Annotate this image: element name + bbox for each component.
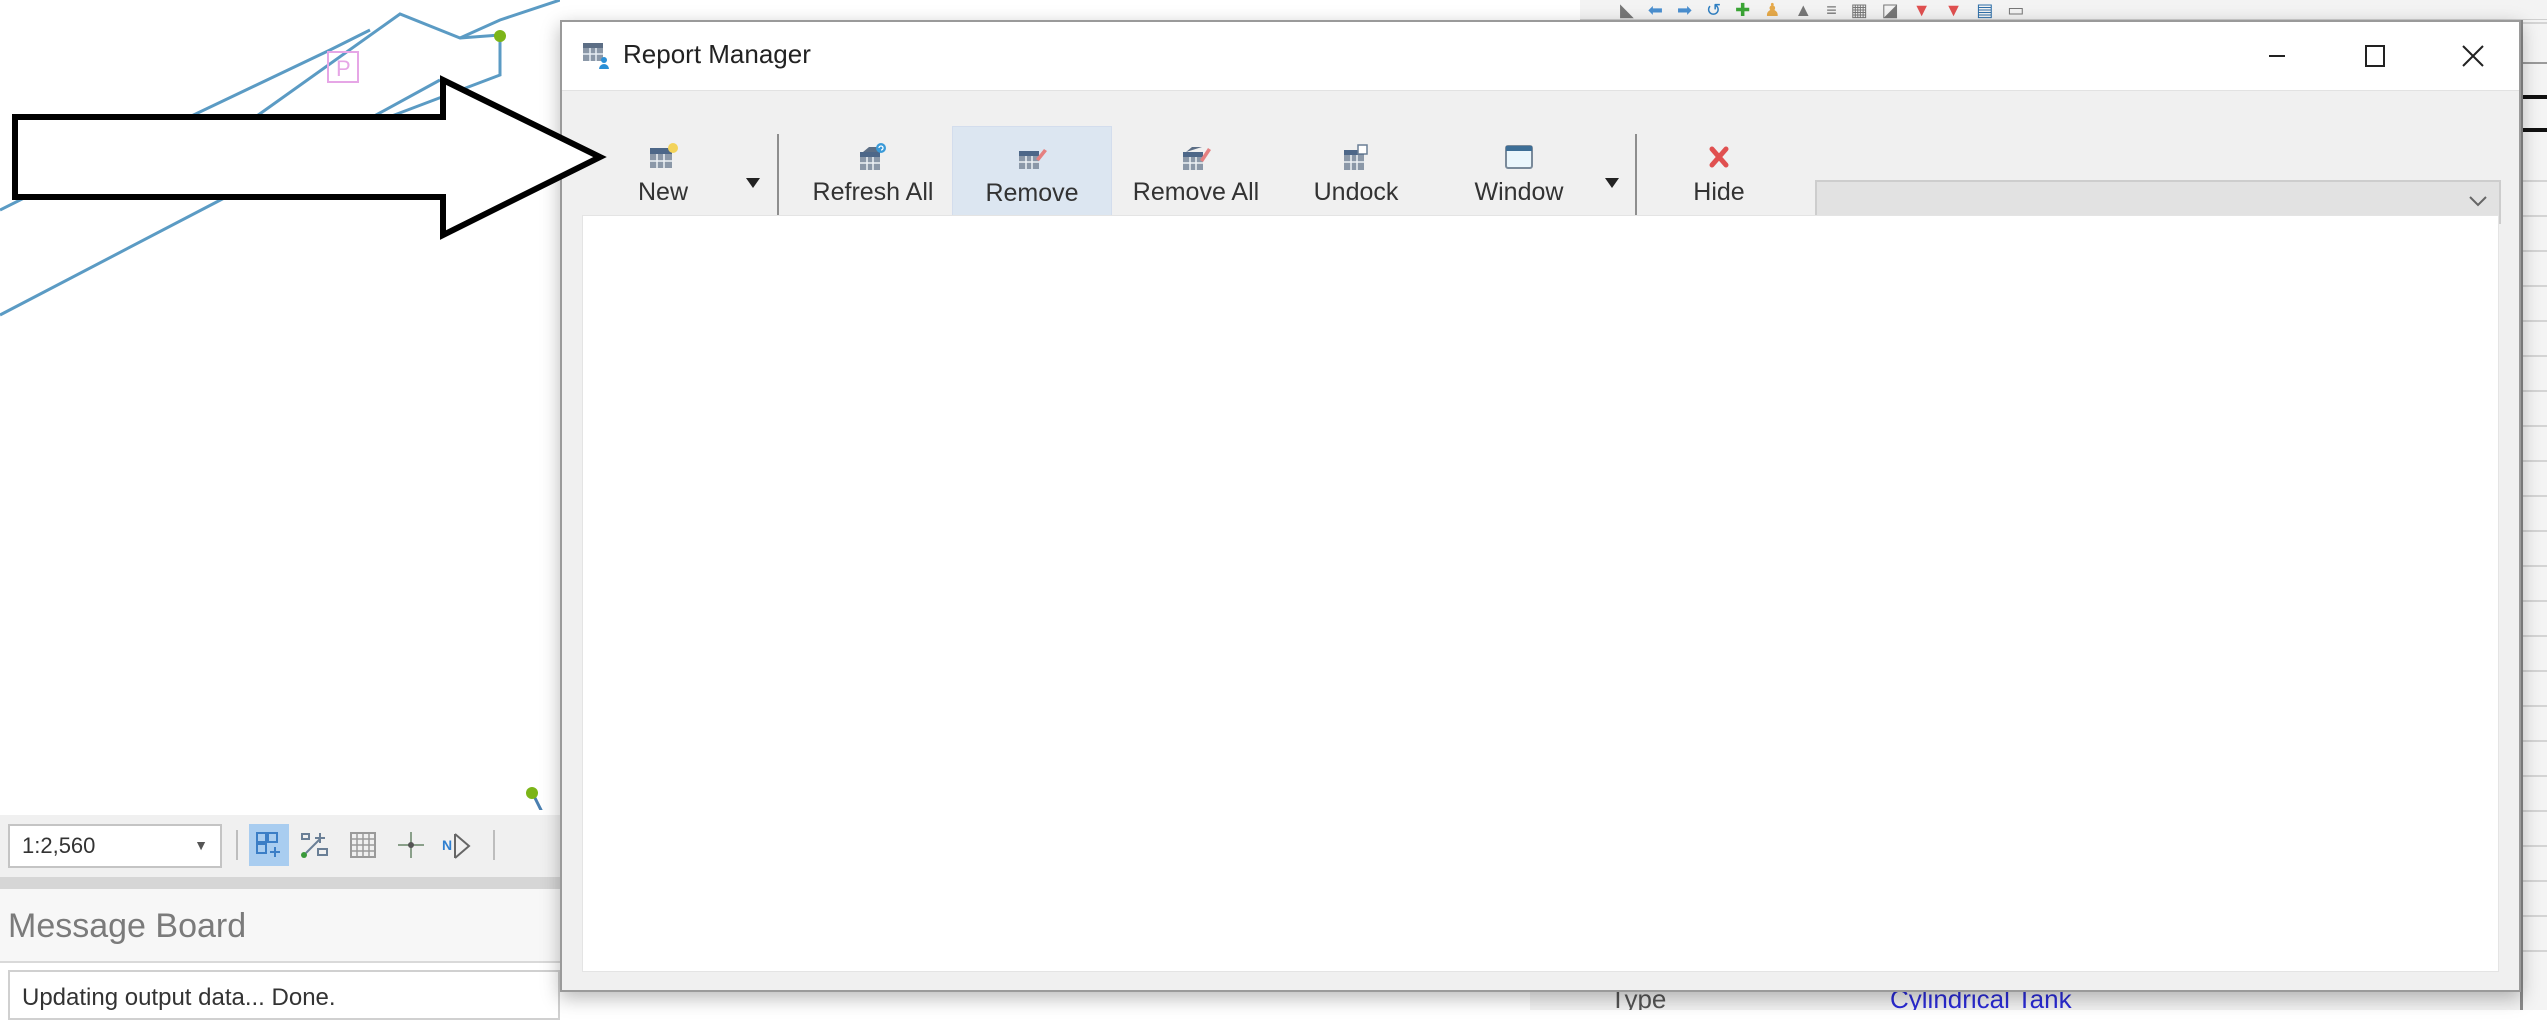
- crosshair-icon[interactable]: [391, 824, 431, 866]
- north-arrow-icon[interactable]: N: [438, 824, 478, 866]
- remove-report-icon: [1019, 149, 1047, 169]
- message-board-text: Updating output data... Done.: [8, 970, 560, 1020]
- arrow-shape: [12, 75, 607, 240]
- dialog-title: Report Manager: [623, 39, 811, 69]
- toolbar-divider: [777, 134, 779, 224]
- attributes-panel: Type Cylindrical Tank: [1530, 992, 2520, 1010]
- hide-x-icon: [1709, 146, 1729, 168]
- window-button[interactable]: Window: [1452, 128, 1586, 218]
- pin-stem: [532, 795, 543, 810]
- tool-icon[interactable]: ◪: [1882, 1, 1899, 19]
- select-tool-icon[interactable]: ◣: [1620, 1, 1634, 19]
- close-button[interactable]: [2424, 22, 2522, 90]
- hide-label: Hide: [1693, 178, 1745, 206]
- toolbar-divider: [1635, 134, 1637, 224]
- remove-all-label: Remove All: [1132, 178, 1260, 206]
- refresh-all-button[interactable]: Refresh All: [798, 128, 948, 218]
- undock-icon: [1344, 144, 1368, 170]
- chevron-down-icon: [2469, 196, 2487, 207]
- main-toolbar-strip: ◣ ⬅ ➡ ↺ ✚ ♟ ▲ ≡ ▦ ◪ ▼ ▼ ▤ ▭: [1580, 0, 2547, 20]
- scale-dropdown[interactable]: 1:2,560 ▼: [8, 824, 222, 868]
- new-dropdown-caret-icon[interactable]: [744, 176, 762, 190]
- new-label: New: [637, 178, 688, 206]
- minimize-icon: [2269, 55, 2285, 57]
- maximize-icon: [2365, 45, 2385, 67]
- remove-button[interactable]: Remove: [952, 126, 1112, 222]
- tool-icon[interactable]: ▭: [2007, 1, 2024, 19]
- right-side-panel: [2520, 20, 2547, 1010]
- report-manager-dialog: Report Manager New Refresh All Remove Re…: [560, 20, 2521, 992]
- remove-all-icon: [1183, 147, 1211, 170]
- refresh-all-label: Refresh All: [812, 178, 934, 206]
- pin-head: [526, 787, 538, 799]
- tool-icon[interactable]: ▦: [1851, 1, 1868, 19]
- refresh-all-icon: [860, 143, 886, 170]
- undock-button[interactable]: Undock: [1286, 128, 1426, 218]
- scale-value: 1:2,560: [22, 833, 96, 858]
- back-arrow-icon[interactable]: ⬅: [1648, 1, 1663, 19]
- align-icon[interactable]: ≡: [1826, 1, 1837, 19]
- annotation-arrow: [12, 75, 607, 240]
- remove-all-button[interactable]: Remove All: [1116, 128, 1276, 218]
- tool-icon[interactable]: ▲: [1794, 1, 1812, 19]
- topology-icon[interactable]: [295, 824, 335, 866]
- new-report-icon: [650, 143, 678, 168]
- attribute-value[interactable]: Cylindrical Tank: [1890, 992, 2072, 1010]
- user-icon[interactable]: ♟: [1764, 1, 1780, 19]
- chevron-down-icon: ▼: [194, 837, 208, 853]
- message-board-title: Message Board: [0, 889, 560, 963]
- divider: [493, 830, 495, 860]
- grid-icon[interactable]: [343, 824, 383, 866]
- title-bar[interactable]: Report Manager: [562, 22, 2519, 91]
- close-icon: [2462, 45, 2484, 67]
- divider: [236, 830, 238, 860]
- report-content-area[interactable]: [582, 215, 2499, 972]
- window-icon: [1505, 145, 1533, 169]
- window-dropdown-caret-icon[interactable]: [1603, 176, 1621, 190]
- attribute-label: Type: [1610, 992, 1667, 1010]
- undock-label: Undock: [1313, 178, 1399, 206]
- maximize-button[interactable]: [2326, 22, 2424, 90]
- table-icon[interactable]: ▤: [1976, 1, 1993, 19]
- svg-text:N: N: [442, 837, 452, 853]
- minimize-button[interactable]: [2228, 22, 2326, 90]
- add-icon[interactable]: ✚: [1735, 1, 1750, 19]
- filter-icon[interactable]: ▼: [1945, 1, 1963, 19]
- snapping-icon[interactable]: [249, 824, 289, 866]
- filter-icon[interactable]: ▼: [1913, 1, 1931, 19]
- new-report-button[interactable]: New: [618, 128, 708, 218]
- report-toolbar: New Refresh All Remove Remove All Undock…: [562, 90, 2519, 224]
- undo-icon[interactable]: ↺: [1706, 1, 1721, 19]
- window-label: Window: [1474, 178, 1564, 206]
- hide-button[interactable]: Hide: [1662, 128, 1776, 218]
- forward-arrow-icon[interactable]: ➡: [1677, 1, 1692, 19]
- remove-label: Remove: [985, 179, 1079, 207]
